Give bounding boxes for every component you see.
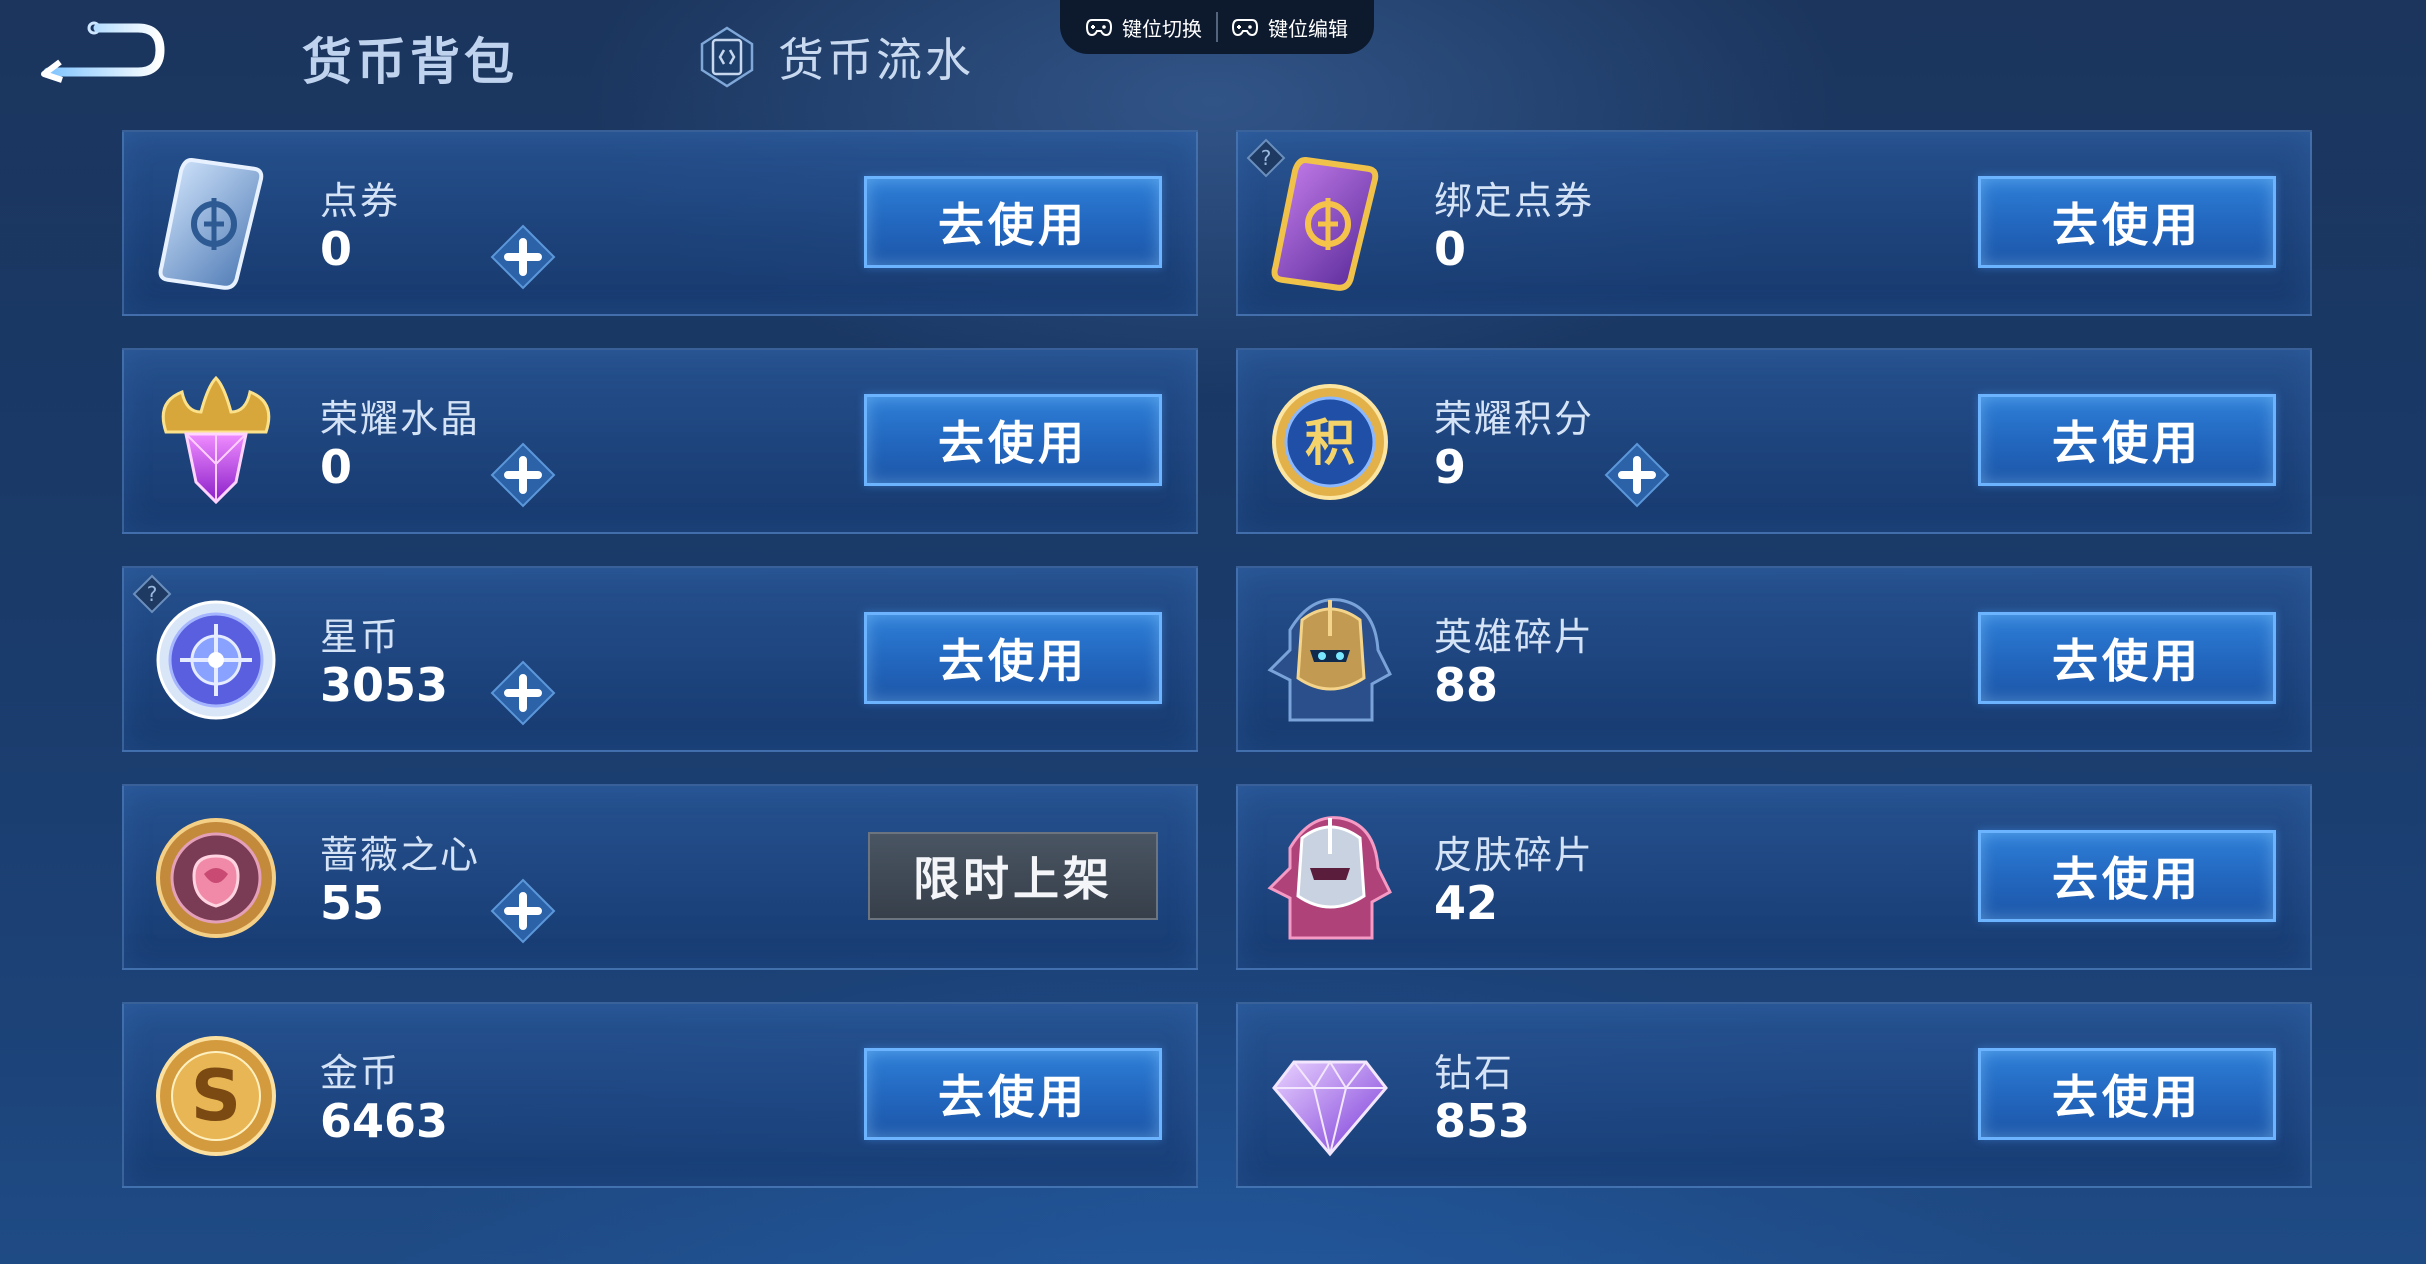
back-arrow-icon xyxy=(41,21,165,83)
currency-name: 星币 xyxy=(320,615,401,659)
currency-card-hero-fragment: 英雄碎片 88 去使用 xyxy=(1236,566,2312,752)
currency-card-icon xyxy=(700,26,754,88)
rose-heart-coin-icon xyxy=(156,818,276,938)
currency-name: 荣耀水晶 xyxy=(320,397,481,441)
use-button[interactable]: 去使用 xyxy=(1978,394,2276,486)
currency-name: 点券 xyxy=(320,179,401,223)
currency-amount: 3053 xyxy=(320,658,449,712)
diamond-icon xyxy=(1272,1060,1388,1157)
currency-card-voucher: 点券 0 去使用 xyxy=(122,130,1198,316)
currency-name: 皮肤碎片 xyxy=(1434,833,1595,877)
currency-name: 英雄碎片 xyxy=(1434,615,1595,659)
currency-card-diamond: 钻石 853 去使用 xyxy=(1236,1002,2312,1188)
add-plus-icon[interactable] xyxy=(488,440,558,510)
use-button[interactable]: 去使用 xyxy=(864,394,1162,486)
skin-fragment-helmet-icon xyxy=(1267,816,1392,940)
gamepad-icon xyxy=(1086,19,1112,37)
back-button[interactable] xyxy=(38,18,168,88)
use-button[interactable]: 去使用 xyxy=(864,176,1162,268)
gold-coin-icon: S xyxy=(156,1036,276,1156)
use-button[interactable]: 去使用 xyxy=(1978,612,2276,704)
currency-amount: 0 xyxy=(1434,222,1467,276)
currency-amount: 0 xyxy=(320,440,353,494)
add-plus-icon[interactable] xyxy=(1602,440,1672,510)
currency-amount: 55 xyxy=(320,876,385,930)
add-plus-icon[interactable] xyxy=(488,658,558,728)
currency-amount: 9 xyxy=(1434,440,1467,494)
tab-currency-flow[interactable]: 货币流水 xyxy=(700,22,974,92)
currency-name: 钻石 xyxy=(1434,1051,1515,1095)
currency-card-star-coin: ? 星币 3053 去使用 xyxy=(122,566,1198,752)
hero-fragment-helmet-icon xyxy=(1267,598,1392,722)
key-mapping-bar: 键位切换 键位编辑 xyxy=(1060,0,1374,54)
use-button[interactable]: 去使用 xyxy=(864,612,1162,704)
currency-card-skin-fragment: 皮肤碎片 42 去使用 xyxy=(1236,784,2312,970)
svg-text:积: 积 xyxy=(1305,414,1355,472)
currency-amount: 0 xyxy=(320,222,353,276)
bound-voucher-card-icon xyxy=(1271,157,1379,291)
currency-amount: 6463 xyxy=(320,1094,449,1148)
tab-currency-flow-label: 货币流水 xyxy=(778,33,974,87)
add-plus-icon[interactable] xyxy=(488,876,558,946)
use-button[interactable]: 去使用 xyxy=(1978,830,2276,922)
currency-amount: 88 xyxy=(1434,658,1499,712)
currency-name: 绑定点券 xyxy=(1434,179,1595,223)
gamepad-icon xyxy=(1232,19,1258,37)
glory-crystal-icon xyxy=(161,375,271,505)
svg-text:S: S xyxy=(191,1055,241,1137)
limited-time-button: 限时上架 xyxy=(868,832,1158,920)
currency-card-glory-crystal: 荣耀水晶 0 去使用 xyxy=(122,348,1198,534)
currency-card-rose-heart: 蔷薇之心 55 限时上架 xyxy=(122,784,1198,970)
key-switch-label: 键位切换 xyxy=(1122,16,1202,41)
currency-amount: 853 xyxy=(1434,1094,1531,1148)
key-switch-button[interactable]: 键位切换 xyxy=(1072,13,1216,42)
use-button[interactable]: 去使用 xyxy=(864,1048,1162,1140)
star-coin-icon xyxy=(156,600,276,720)
use-button[interactable]: 去使用 xyxy=(1978,1048,2276,1140)
currency-card-gold-coin: S 金币 6463 去使用 xyxy=(122,1002,1198,1188)
use-button[interactable]: 去使用 xyxy=(1978,176,2276,268)
tab-currency-wallet[interactable]: 货币背包 xyxy=(302,22,518,94)
glory-points-coin-icon: 积 xyxy=(1272,384,1388,500)
currency-name: 荣耀积分 xyxy=(1434,397,1595,441)
key-edit-label: 键位编辑 xyxy=(1268,16,1348,41)
voucher-card-icon xyxy=(158,158,264,290)
currency-card-glory-points: 积 荣耀积分 9 去使用 xyxy=(1236,348,2312,534)
key-edit-button[interactable]: 键位编辑 xyxy=(1218,13,1362,42)
currency-card-bound-voucher: ? 绑定点券 0 去使用 xyxy=(1236,130,2312,316)
add-plus-icon[interactable] xyxy=(488,222,558,292)
currency-name: 金币 xyxy=(320,1051,401,1095)
currency-name: 蔷薇之心 xyxy=(320,833,481,877)
currency-amount: 42 xyxy=(1434,876,1499,930)
